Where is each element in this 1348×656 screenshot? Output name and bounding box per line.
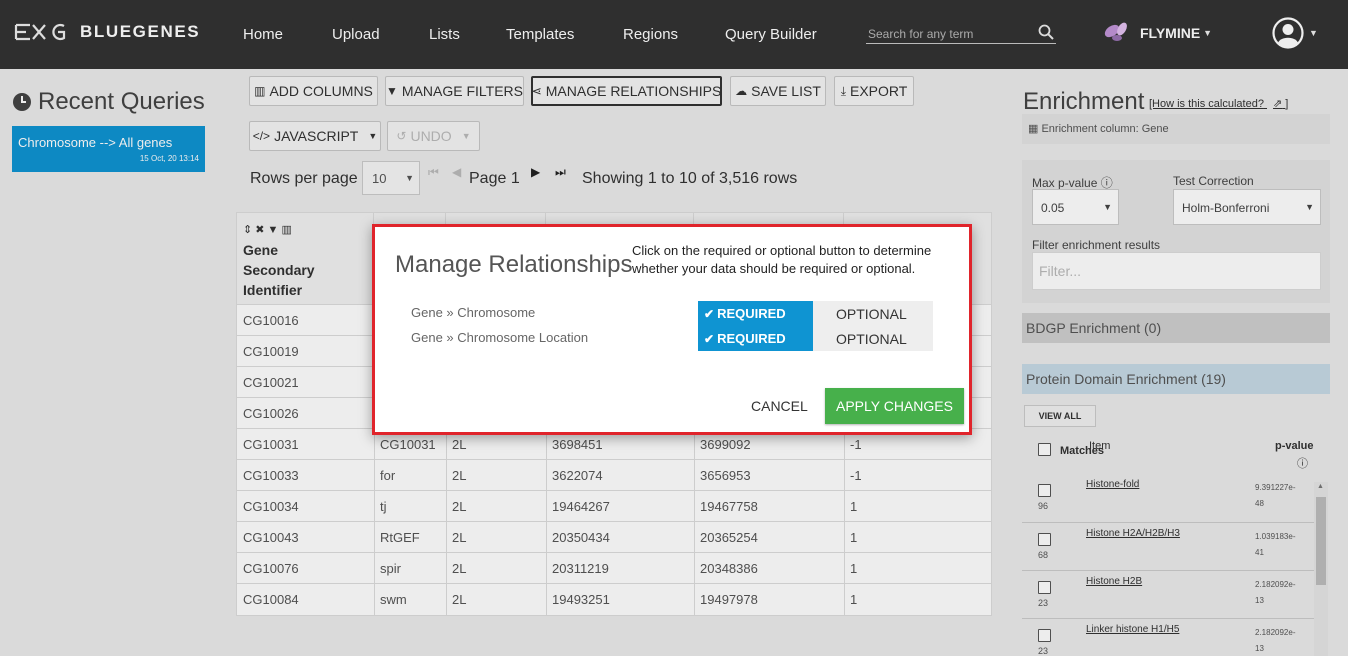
required-label: REQUIRED	[717, 306, 786, 321]
mine-selector[interactable]: FLYMINE ▼	[1102, 20, 1212, 46]
relationship-toggle: ✔ REQUIRED OPTIONAL	[698, 301, 934, 326]
relationship-path: Gene » Chromosome	[411, 305, 536, 320]
required-button[interactable]: ✔ REQUIRED	[698, 301, 813, 326]
relationship-toggle: ✔ REQUIRED OPTIONAL	[698, 326, 934, 351]
manage-relationships-modal: Manage Relationships Click on the requir…	[372, 224, 972, 435]
required-button[interactable]: ✔ REQUIRED	[698, 326, 813, 351]
cancel-button[interactable]: CANCEL	[751, 398, 808, 414]
logo-text: BLUEGENES	[80, 22, 201, 41]
modal-description: Click on the required or optional button…	[632, 243, 932, 276]
nav-upload[interactable]: Upload	[332, 26, 380, 43]
optional-label: OPTIONAL	[836, 330, 907, 347]
optional-label: OPTIONAL	[836, 305, 907, 322]
relationship-path: Gene » Chromosome Location	[411, 330, 589, 345]
nav-home[interactable]: Home	[243, 26, 283, 43]
logo[interactable]: BLUEGENES	[14, 22, 200, 42]
modal-title: Manage Relationships	[395, 251, 633, 278]
mine-name: FLYMINE	[1140, 25, 1201, 41]
optional-button[interactable]: OPTIONAL	[813, 301, 933, 326]
search-box	[866, 22, 1056, 44]
user-avatar-icon	[1272, 17, 1304, 49]
search-input[interactable]	[866, 22, 1031, 42]
nav-regions[interactable]: Regions	[623, 26, 678, 43]
check-icon: ✔	[704, 306, 715, 321]
user-menu[interactable]: ▼	[1272, 17, 1318, 49]
bluegenes-logo-icon	[14, 23, 66, 41]
search-icon[interactable]	[1038, 24, 1054, 40]
optional-button[interactable]: OPTIONAL	[813, 326, 933, 351]
nav-lists[interactable]: Lists	[429, 26, 460, 43]
check-icon: ✔	[704, 331, 715, 346]
nav-query-builder[interactable]: Query Builder	[725, 26, 817, 43]
apply-changes-button[interactable]: APPLY CHANGES	[825, 388, 964, 424]
chevron-down-icon: ▼	[1309, 28, 1318, 38]
required-label: REQUIRED	[717, 331, 786, 346]
nav-templates[interactable]: Templates	[506, 26, 574, 43]
fly-icon	[1104, 22, 1127, 41]
chevron-down-icon: ▼	[1203, 28, 1213, 38]
navbar: BLUEGENES Home Upload Lists Templates Re…	[0, 0, 1348, 69]
